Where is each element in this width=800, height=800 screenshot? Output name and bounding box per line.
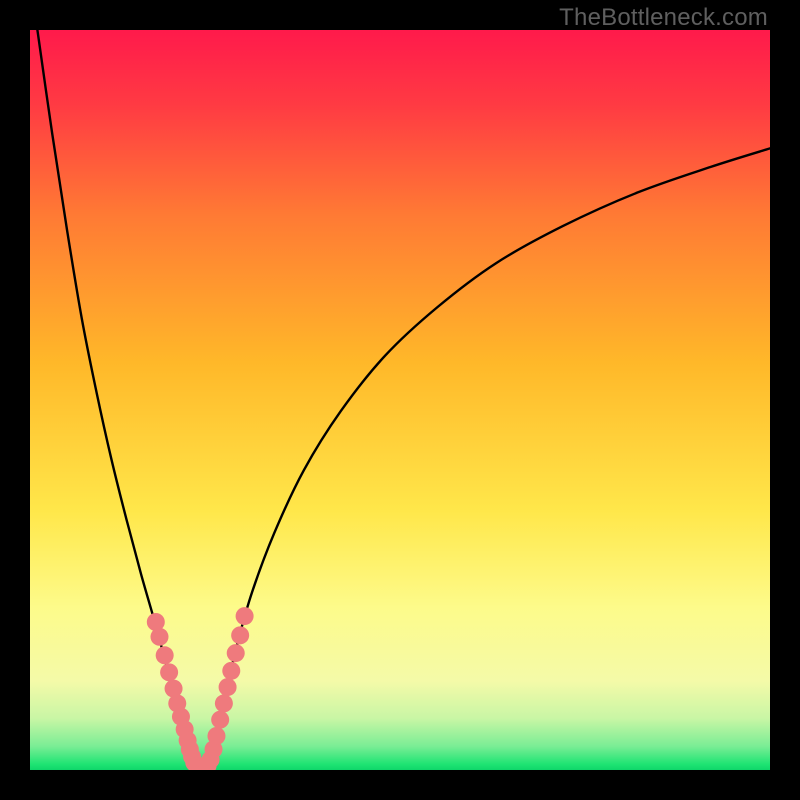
watermark-text: TheBottleneck.com [559, 4, 768, 32]
marker-dot [227, 644, 245, 662]
marker-dot [151, 628, 169, 646]
marker-dot [231, 626, 249, 644]
marker-dot [236, 607, 254, 625]
marker-dot [156, 646, 174, 664]
marker-dot [215, 694, 233, 712]
plot-area [30, 30, 770, 770]
marker-dot [160, 663, 178, 681]
marker-dot [207, 727, 225, 745]
chart-svg [30, 30, 770, 770]
chart-frame: TheBottleneck.com [0, 0, 800, 800]
marker-dot [222, 662, 240, 680]
gradient-background [30, 30, 770, 770]
marker-dot [219, 678, 237, 696]
marker-dot [211, 711, 229, 729]
